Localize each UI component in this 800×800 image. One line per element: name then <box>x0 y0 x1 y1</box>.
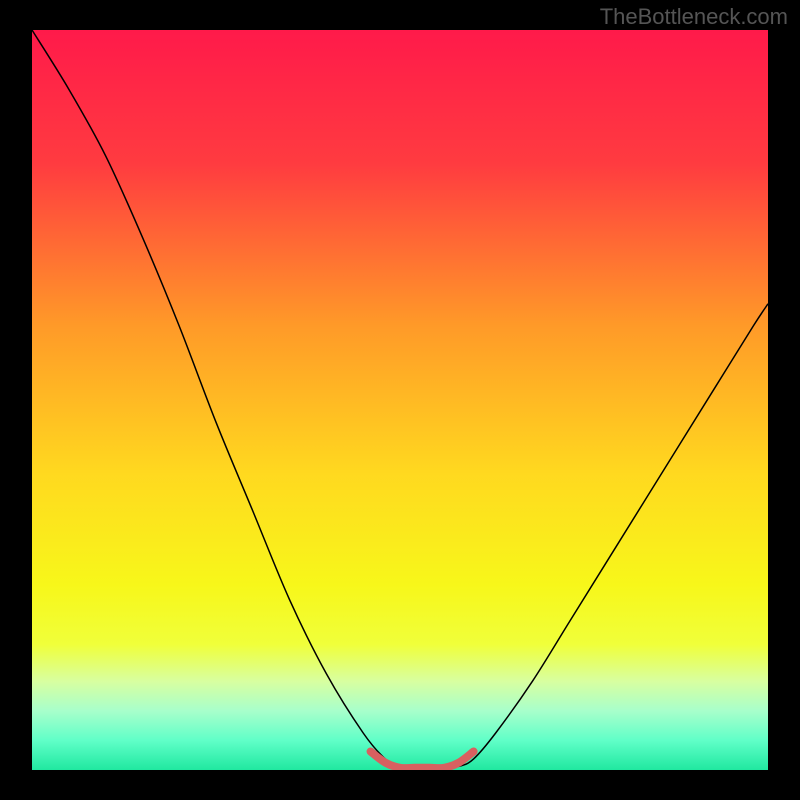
optimal-zone-marker <box>371 752 474 769</box>
bottleneck-curve <box>32 30 768 768</box>
watermark-text: TheBottleneck.com <box>600 4 788 30</box>
chart-curves <box>32 30 768 770</box>
plot-area <box>32 30 768 770</box>
